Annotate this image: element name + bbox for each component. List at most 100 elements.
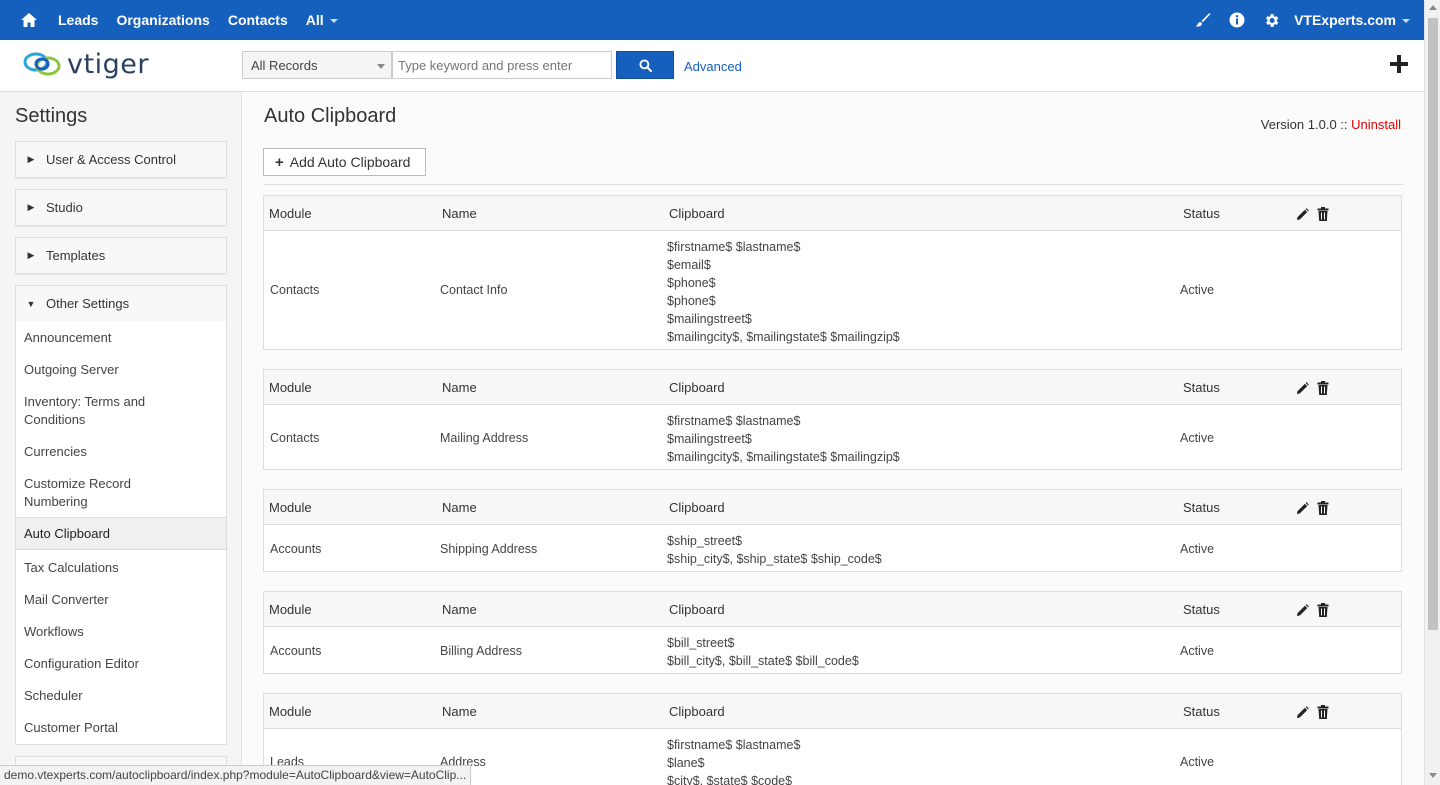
nav-contacts[interactable]: Contacts xyxy=(228,12,288,28)
home-icon[interactable] xyxy=(0,0,58,40)
column-clipboard: Clipboard xyxy=(669,380,725,395)
column-module: Module xyxy=(269,500,312,515)
column-status: Status xyxy=(1183,380,1220,395)
vtiger-logo-icon xyxy=(23,52,61,76)
quick-create-button[interactable] xyxy=(1389,54,1409,77)
sidebar-item-customer-portal[interactable]: Customer Portal xyxy=(16,719,226,737)
cell-status: Active xyxy=(1180,755,1215,769)
clipboard-line: $mailingstreet$ xyxy=(667,312,752,326)
sidebar-item-outgoing-server[interactable]: Outgoing Server xyxy=(16,361,226,379)
sidebar-group-user-access[interactable]: ▶ User & Access Control xyxy=(15,141,227,178)
sidebar-item-workflows[interactable]: Workflows xyxy=(16,623,226,641)
trash-icon[interactable] xyxy=(1317,705,1329,719)
nav-leads[interactable]: Leads xyxy=(58,12,98,28)
gear-icon[interactable] xyxy=(1263,12,1280,29)
sidebar-group-label: Studio xyxy=(46,200,83,215)
edit-icon[interactable] xyxy=(1296,603,1309,617)
column-name: Name xyxy=(442,602,477,617)
expand-icon: ▶ xyxy=(27,154,35,164)
collapse-icon: ▼ xyxy=(26,298,36,309)
other-settings-list: Announcement Outgoing Server Inventory: … xyxy=(15,321,227,745)
cell-module: Accounts xyxy=(270,542,322,556)
page-scrollbar[interactable] xyxy=(1424,0,1440,785)
sidebar-item-currencies[interactable]: Currencies xyxy=(16,443,226,461)
sidebar-item-record-numbering[interactable]: Customize Record Numbering xyxy=(16,475,146,511)
cell-module: Accounts xyxy=(270,644,322,658)
edit-icon[interactable] xyxy=(1296,705,1309,719)
scroll-down-arrow-icon[interactable] xyxy=(1429,773,1437,778)
top-navbar: Leads Organizations Contacts All VTExper… xyxy=(0,0,1440,40)
sidebar-item-auto-clipboard[interactable]: Auto Clipboard xyxy=(16,517,226,550)
clipboard-line: $firstname$ $lastname$ xyxy=(667,414,801,428)
scroll-thumb[interactable] xyxy=(1428,18,1438,630)
trash-icon[interactable] xyxy=(1317,207,1329,221)
sidebar-item-mail-converter[interactable]: Mail Converter xyxy=(16,591,226,609)
cell-clipboard: $ship_street$ $ship_city$, $ship_state$ … xyxy=(667,532,882,568)
column-status: Status xyxy=(1183,206,1220,221)
column-status: Status xyxy=(1183,500,1220,515)
cell-module: Contacts xyxy=(270,283,320,297)
trash-icon[interactable] xyxy=(1317,501,1329,515)
org-switcher[interactable]: VTExperts.com xyxy=(1294,12,1410,28)
cell-status: Active xyxy=(1180,431,1215,445)
page-title: Auto Clipboard xyxy=(264,105,397,127)
edit-icon[interactable] xyxy=(1296,381,1309,395)
divider xyxy=(263,184,1403,185)
add-auto-clipboard-button[interactable]: + Add Auto Clipboard xyxy=(263,148,426,176)
sidebar-item-terms-conditions[interactable]: Inventory: Terms and Conditions xyxy=(16,393,156,429)
clipboard-card: Module Name Clipboard Status Accounts Sh… xyxy=(263,489,1402,572)
table-header: Module Name Clipboard Status xyxy=(264,370,1401,405)
table-header: Module Name Clipboard Status xyxy=(264,592,1401,627)
settings-sidebar: Settings ▶ User & Access Control ▶ Studi… xyxy=(0,92,242,785)
search-input[interactable] xyxy=(392,51,612,79)
cell-name: Billing Address xyxy=(440,644,522,658)
cell-module: Contacts xyxy=(270,431,320,445)
advanced-search-link[interactable]: Advanced xyxy=(684,59,742,74)
trash-icon[interactable] xyxy=(1317,381,1329,395)
clipboard-line: $ship_city$, $ship_state$ $ship_code$ xyxy=(667,552,882,566)
sidebar-title: Settings xyxy=(15,105,88,127)
cell-name: Shipping Address xyxy=(440,542,538,556)
sidebar-item-scheduler[interactable]: Scheduler xyxy=(16,687,226,705)
table-header: Module Name Clipboard Status xyxy=(264,196,1401,231)
column-clipboard: Clipboard xyxy=(669,500,725,515)
record-filter-select[interactable]: All Records xyxy=(242,51,392,79)
column-clipboard: Clipboard xyxy=(669,704,725,719)
clipboard-line: $firstname$ $lastname$ xyxy=(667,240,801,254)
sidebar-item-tax-calculations[interactable]: Tax Calculations xyxy=(16,559,226,577)
trash-icon[interactable] xyxy=(1317,603,1329,617)
sidebar-item-announcement[interactable]: Announcement xyxy=(16,329,226,347)
nav-all-dropdown[interactable]: All xyxy=(306,12,338,28)
search-button[interactable] xyxy=(616,51,674,79)
plus-icon: + xyxy=(275,153,284,171)
column-module: Module xyxy=(269,704,312,719)
edit-icon[interactable] xyxy=(1296,207,1309,221)
clipboard-line: $mailingcity$, $mailingstate$ $mailingzi… xyxy=(667,330,900,344)
cell-status: Active xyxy=(1180,644,1215,658)
brush-icon[interactable] xyxy=(1195,12,1211,28)
scroll-up-arrow-icon[interactable] xyxy=(1429,5,1437,10)
uninstall-link[interactable]: Uninstall xyxy=(1351,117,1401,132)
table-header: Module Name Clipboard Status xyxy=(264,490,1401,525)
info-icon[interactable] xyxy=(1229,12,1245,28)
sidebar-group-studio[interactable]: ▶ Studio xyxy=(15,189,227,226)
cell-clipboard: $bill_street$ $bill_city$, $bill_state$ … xyxy=(667,634,859,670)
clipboard-line: $mailingcity$, $mailingstate$ $mailingzi… xyxy=(667,450,900,464)
main-content: Auto Clipboard Version 1.0.0 :: Uninstal… xyxy=(243,92,1424,785)
clipboard-line: $email$ xyxy=(667,258,711,272)
vtiger-logo[interactable]: vtiger xyxy=(22,48,149,80)
plus-icon xyxy=(1390,55,1408,73)
cell-name: Contact Info xyxy=(440,283,508,297)
nav-organizations[interactable]: Organizations xyxy=(116,12,209,28)
clipboard-line: $firstname$ $lastname$ xyxy=(667,738,801,752)
clipboard-line: $city$, $state$ $code$ xyxy=(667,774,793,785)
sidebar-group-templates[interactable]: ▶ Templates xyxy=(15,237,227,274)
sidebar-group-other-settings[interactable]: ▼ Other Settings xyxy=(15,285,227,322)
clipboard-card: Module Name Clipboard Status Accounts Bi… xyxy=(263,591,1402,674)
column-status: Status xyxy=(1183,704,1220,719)
column-module: Module xyxy=(269,380,312,395)
edit-icon[interactable] xyxy=(1296,501,1309,515)
sidebar-item-configuration-editor[interactable]: Configuration Editor xyxy=(16,655,226,673)
clipboard-line: $bill_city$, $bill_state$ $bill_code$ xyxy=(667,654,859,668)
logo-text: vtiger xyxy=(67,48,149,80)
